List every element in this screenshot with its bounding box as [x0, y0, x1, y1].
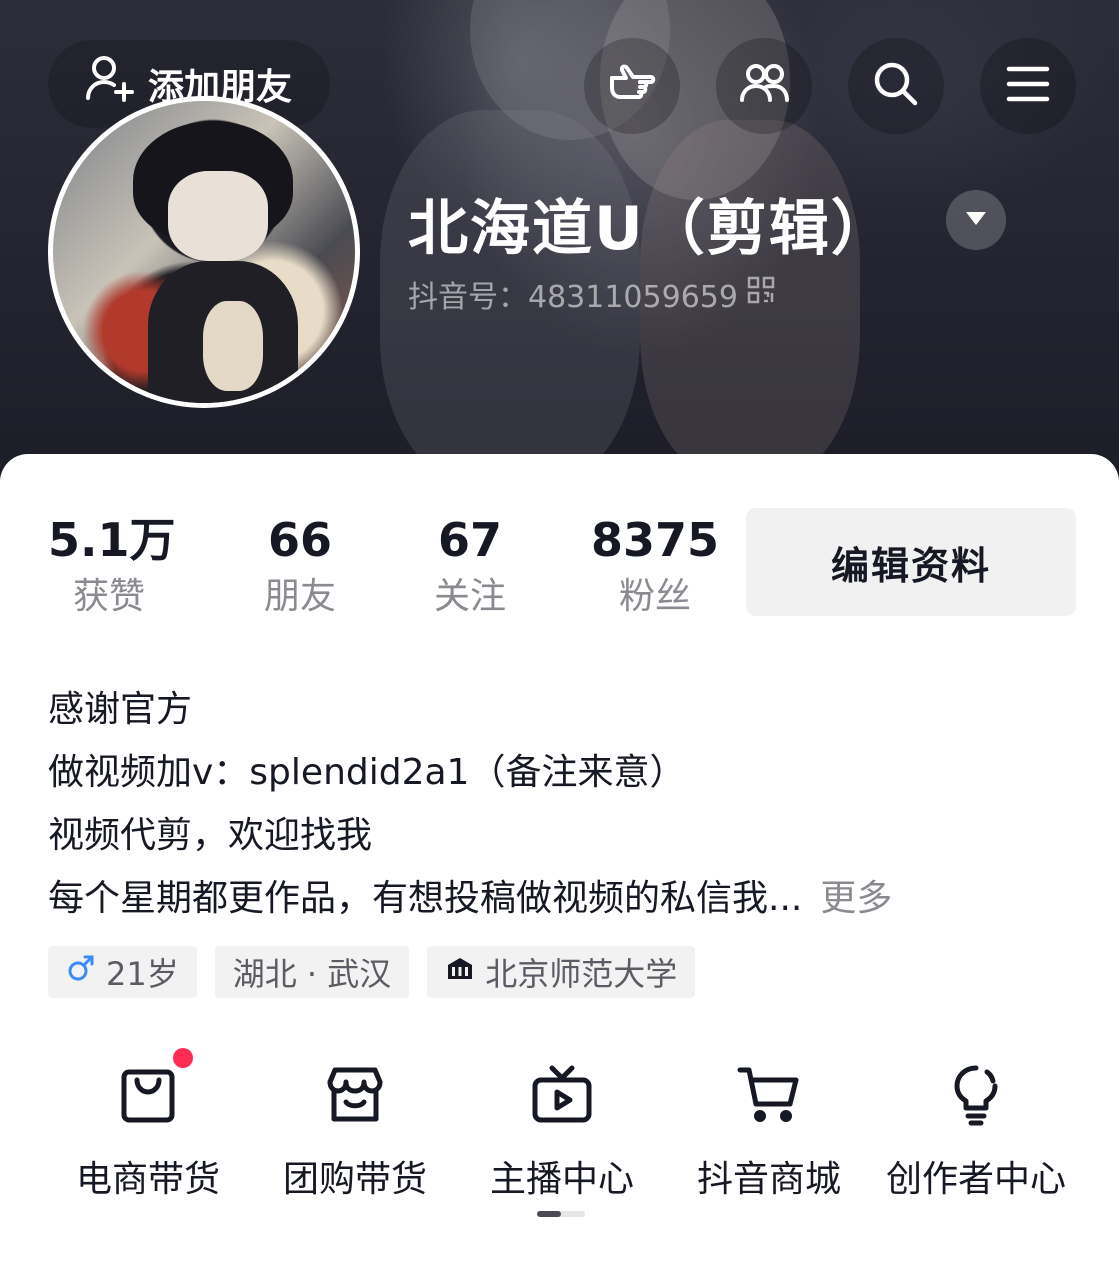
hamburger-menu-icon — [1000, 56, 1056, 116]
shortcut-label: 抖音商城 — [696, 1159, 841, 1200]
location-text: 湖北 · 武汉 — [232, 955, 392, 993]
shortcut-douyin-mall[interactable]: 抖音商城 — [669, 1050, 869, 1202]
school-text: 北京师范大学 — [485, 955, 678, 993]
nickname: 北海道U（剪辑） — [408, 194, 893, 264]
bio-line: 做视频加v：splendid2a1（备注来意） — [48, 752, 686, 793]
shortcut-label: 主播中心 — [489, 1159, 634, 1200]
bio[interactable]: 感谢官方 做视频加v：splendid2a1（备注来意） 视频代剪，欢迎找我 每… — [48, 678, 1088, 930]
add-user-icon — [82, 52, 138, 117]
friends-button[interactable] — [716, 38, 812, 134]
douyin-id-text: 抖音号：48311059659 — [408, 280, 738, 315]
bio-line-text: 每个星期都更作品，有想投稿做视频的私信我... — [48, 878, 803, 919]
shortcut-group-buy[interactable]: 团购带货 — [255, 1050, 455, 1202]
school-tag[interactable]: 北京师范大学 — [427, 946, 696, 998]
shortcut-streamer-center[interactable]: 主播中心 — [462, 1050, 662, 1202]
profile-tags: 21岁 湖北 · 武汉 北京师范大学 — [48, 946, 696, 998]
shopping-bag-icon — [113, 1069, 183, 1134]
caret-down-icon — [963, 205, 989, 235]
creator-shortcuts: 电商带货 团购带货 主播中心 抖音商城 创作者中心 — [48, 1048, 1088, 1202]
stat-label: 粉丝 — [618, 576, 691, 617]
age-text: 21岁 — [106, 955, 179, 993]
stat-value: 5.1万 — [48, 513, 176, 567]
stat-followers[interactable]: 8375 粉丝 — [590, 510, 720, 624]
page-indicator-active — [537, 1211, 561, 1217]
edit-profile-button[interactable]: 编辑资料 — [746, 508, 1076, 616]
tv-play-icon — [527, 1065, 597, 1134]
friends-icon — [736, 56, 792, 116]
menu-button[interactable] — [980, 38, 1076, 134]
shortcut-page-indicator — [537, 1211, 585, 1217]
stat-value: 66 — [267, 513, 332, 567]
shortcut-label: 电商带货 — [75, 1159, 220, 1200]
stat-label: 获赞 — [72, 576, 145, 617]
account-switch-button[interactable] — [946, 190, 1006, 250]
cart-icon — [734, 1067, 804, 1134]
gesture-button[interactable] — [584, 38, 680, 134]
bio-line: 感谢官方 — [48, 689, 193, 730]
search-button[interactable] — [848, 38, 944, 134]
stat-label: 朋友 — [263, 576, 336, 617]
stat-likes[interactable]: 5.1万 获赞 — [48, 510, 176, 624]
stat-value: 67 — [437, 513, 502, 567]
storefront-icon — [320, 1067, 390, 1134]
search-icon — [868, 56, 924, 116]
location-tag: 湖北 · 武汉 — [214, 946, 410, 998]
douyin-id[interactable]: 抖音号：48311059659 — [408, 274, 776, 315]
stat-value: 8375 — [590, 513, 720, 567]
qr-code-icon[interactable] — [746, 275, 776, 313]
age-tag: 21岁 — [48, 946, 197, 998]
notification-dot — [173, 1048, 193, 1068]
avatar[interactable] — [48, 96, 360, 408]
stat-following[interactable]: 67 关注 — [410, 510, 530, 624]
bio-line-last: 每个星期都更作品，有想投稿做视频的私信我... 更多 — [48, 867, 1088, 930]
male-gender-icon — [66, 953, 96, 991]
shortcut-label: 团购带货 — [282, 1159, 427, 1200]
pointing-hand-icon — [604, 56, 660, 116]
shortcut-label: 创作者中心 — [885, 1159, 1066, 1200]
shortcut-creator-center[interactable]: 创作者中心 — [876, 1050, 1076, 1202]
lightbulb-icon — [941, 1065, 1011, 1134]
shortcut-ecommerce[interactable]: 电商带货 — [48, 1048, 248, 1202]
school-icon — [445, 953, 475, 991]
bio-more-link[interactable]: 更多 — [820, 878, 892, 919]
stat-label: 关注 — [433, 576, 506, 617]
bio-line: 视频代剪，欢迎找我 — [48, 815, 373, 856]
stat-friends[interactable]: 66 朋友 — [240, 510, 360, 624]
